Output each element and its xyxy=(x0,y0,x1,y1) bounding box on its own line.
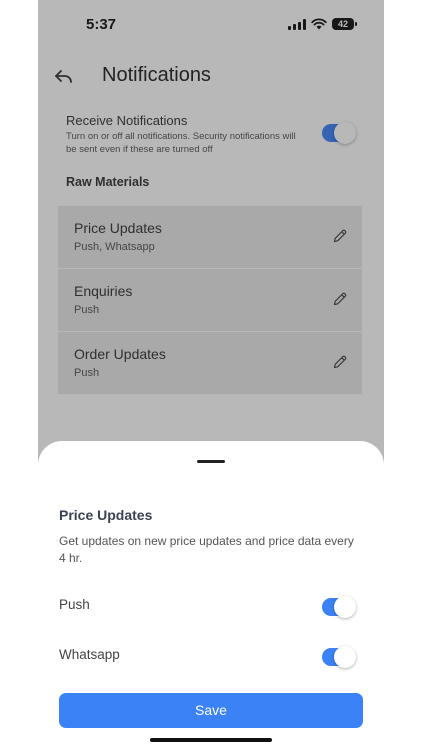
sheet-title: Price Updates xyxy=(59,507,153,523)
notification-item-order-updates[interactable]: Order Updates Push xyxy=(58,332,362,394)
receive-notifications-label: Receive Notifications xyxy=(66,113,188,128)
status-icons: 42 xyxy=(288,18,357,30)
bottom-sheet: Price Updates Get updates on new price u… xyxy=(38,441,384,750)
item-title: Enquiries xyxy=(74,283,133,299)
back-button[interactable] xyxy=(52,66,76,88)
item-channels: Push xyxy=(74,304,100,316)
home-indicator xyxy=(150,738,272,742)
sheet-description: Get updates on new price updates and pri… xyxy=(59,534,354,565)
item-title: Price Updates xyxy=(74,220,162,236)
save-button[interactable]: Save xyxy=(59,693,363,728)
edit-pencil-icon[interactable] xyxy=(332,291,348,307)
signal-icon xyxy=(288,18,306,30)
battery-icon: 42 xyxy=(332,18,357,30)
whatsapp-toggle[interactable] xyxy=(322,646,356,668)
receive-notifications-toggle[interactable] xyxy=(322,122,356,144)
item-title: Order Updates xyxy=(74,346,166,362)
wifi-icon xyxy=(311,18,327,30)
status-time: 5:37 xyxy=(86,16,117,33)
push-toggle[interactable] xyxy=(322,596,356,618)
notification-item-enquiries[interactable]: Enquiries Push xyxy=(58,269,362,331)
toggle-knob xyxy=(334,122,356,144)
notification-item-price-updates[interactable]: Price Updates Push, Whatsapp xyxy=(58,206,362,268)
toggle-knob xyxy=(334,596,356,618)
receive-notifications-description: Turn on or off all notifications. Securi… xyxy=(66,131,296,155)
section-title-raw-materials: Raw Materials xyxy=(66,175,150,189)
edit-pencil-icon[interactable] xyxy=(332,354,348,370)
option-label-whatsapp: Whatsapp xyxy=(59,647,120,662)
toggle-knob xyxy=(334,646,356,668)
edit-pencil-icon[interactable] xyxy=(332,228,348,244)
sheet-grabber[interactable] xyxy=(197,460,225,463)
item-channels: Push xyxy=(74,367,100,379)
item-channels: Push, Whatsapp xyxy=(74,241,155,253)
page-title: Notifications xyxy=(102,64,211,86)
back-arrow-icon xyxy=(55,70,72,83)
option-label-push: Push xyxy=(59,597,90,612)
